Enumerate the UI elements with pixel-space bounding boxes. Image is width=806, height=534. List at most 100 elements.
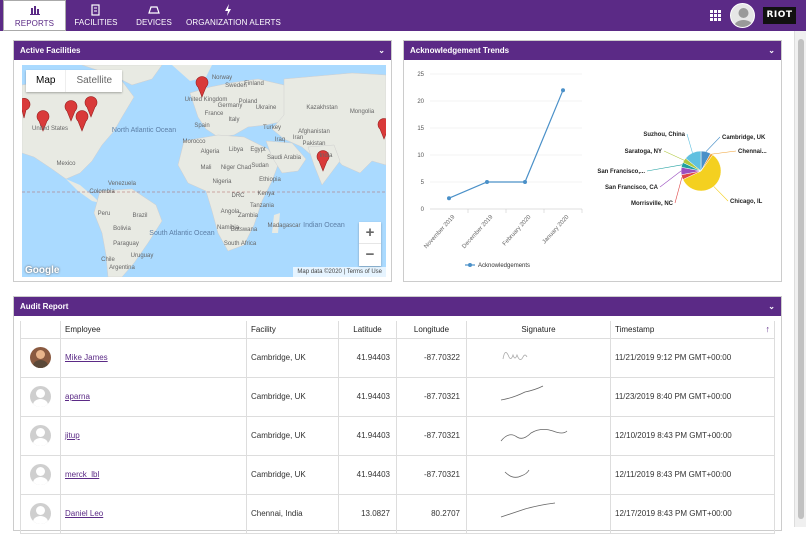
device-icon xyxy=(148,6,160,14)
map-label: Madagascar xyxy=(267,223,300,229)
nav-tab-organization-alerts[interactable]: ORGANIZATION ALERTS xyxy=(186,0,281,31)
y-tick-label: 5 xyxy=(421,180,425,186)
employee-avatar xyxy=(30,347,51,368)
latitude-cell: 41.94403 xyxy=(338,454,397,495)
column-header-employee[interactable]: Employee xyxy=(60,321,247,339)
timestamp-cell: 12/10/2019 8:43 PM GMT+00:00 xyxy=(610,415,775,456)
map-label: Colombia xyxy=(89,189,115,195)
sort-ascending-icon[interactable]: ↑ xyxy=(766,324,771,334)
x-tick-label: December 2019 xyxy=(461,214,494,250)
active-facilities-panel: Active Facilities ⌄ North Atlantic Ocean… xyxy=(13,40,392,282)
map-label: Turkey xyxy=(263,125,281,131)
map-label: Venezuela xyxy=(108,181,137,187)
user-avatar[interactable] xyxy=(730,3,755,28)
data-point[interactable] xyxy=(561,88,565,93)
map-label: Paraguay xyxy=(113,241,139,247)
map-type-control: Map Satellite xyxy=(26,70,123,92)
map-label: Uruguay xyxy=(131,253,154,259)
map-label: Italy xyxy=(228,117,239,123)
x-tick-label: February 2020 xyxy=(502,214,533,248)
facilities-map[interactable]: North Atlantic Ocean South Atlantic Ocea… xyxy=(22,65,386,277)
map-label: Egypt xyxy=(250,147,266,153)
table-row[interactable]: Daniel Leo Chennai, India 13.0827 80.2707 12… xyxy=(20,493,775,534)
pie-slice-label: Cambridge, UK xyxy=(722,135,766,141)
latitude-cell: 41.94403 xyxy=(338,337,397,378)
chevron-down-icon[interactable]: ⌄ xyxy=(768,297,775,316)
column-header-signature[interactable]: Signature xyxy=(466,321,611,339)
employee-link[interactable]: aparna xyxy=(65,392,90,401)
pie-leader-line xyxy=(659,170,682,188)
map-label: Nigeria xyxy=(212,179,232,185)
employee-avatar xyxy=(30,503,51,524)
data-point[interactable] xyxy=(523,180,527,184)
employee-link[interactable]: merck_lbl xyxy=(65,470,99,479)
table-row[interactable]: jitup Cambridge, UK 41.94403 -87.70321 12/10… xyxy=(20,415,775,456)
panel-title: Active Facilities xyxy=(20,46,81,55)
employee-cell: merck_lbl xyxy=(60,454,247,495)
map-label: Ethiopia xyxy=(259,177,281,183)
zoom-out-button[interactable]: − xyxy=(359,244,381,266)
map-label: Iraq xyxy=(275,137,285,143)
apps-grid-icon[interactable] xyxy=(710,10,721,21)
page-scrollbar[interactable] xyxy=(794,31,806,527)
map-label: France xyxy=(205,111,224,117)
scrollbar-thumb[interactable] xyxy=(798,39,804,519)
map-label: Morocco xyxy=(182,139,206,145)
zoom-in-button[interactable]: + xyxy=(359,222,381,244)
data-point[interactable] xyxy=(485,180,489,184)
nav-tab-reports[interactable]: REPORTS xyxy=(3,0,66,31)
map-label: Libya xyxy=(229,147,244,153)
lightning-icon xyxy=(225,4,231,16)
facility-cell: Cambridge, UK xyxy=(246,337,339,378)
employee-link[interactable]: Daniel Leo xyxy=(65,509,103,518)
avatar-cell xyxy=(20,493,61,534)
y-tick-label: 15 xyxy=(417,126,424,132)
column-header-timestamp[interactable]: Timestamp ↑ xyxy=(610,321,775,339)
employee-link[interactable]: jitup xyxy=(65,431,80,440)
timestamp-cell: 12/11/2019 8:43 PM GMT+00:00 xyxy=(610,454,775,495)
map-type-satellite-button[interactable]: Satellite xyxy=(65,70,122,92)
table-row[interactable]: aparna Cambridge, UK 41.94403 -87.70321 11/2… xyxy=(20,376,775,417)
google-logo[interactable]: Google xyxy=(25,265,59,276)
table-row[interactable]: merck_lbl Cambridge, UK 41.94403 -87.70321 1… xyxy=(20,454,775,495)
column-header-facility[interactable]: Facility xyxy=(246,321,339,339)
nav-tab-facilities[interactable]: FACILITIES xyxy=(74,0,118,31)
column-header-latitude[interactable]: Latitude xyxy=(338,321,397,339)
map-type-map-button[interactable]: Map xyxy=(26,70,65,92)
pie-slice-label: Saratoga, NY xyxy=(625,149,662,155)
y-tick-label: 25 xyxy=(417,72,424,78)
audit-table-wrapper: Employee Facility Latitude Longitude Sig… xyxy=(20,321,775,534)
map-attribution[interactable]: Map data ©2020 | Terms of Use xyxy=(293,267,386,277)
signature-image xyxy=(500,502,555,517)
acknowledgement-charts: 0 5 10 15 20 25 November 2019 December 2019 Febr… xyxy=(417,72,767,269)
data-point[interactable] xyxy=(447,196,451,201)
signature-cell xyxy=(466,337,611,378)
document-icon xyxy=(91,4,100,16)
column-header-label: Timestamp xyxy=(615,324,655,334)
chevron-down-icon[interactable]: ⌄ xyxy=(768,41,775,60)
employee-link[interactable]: Mike James xyxy=(65,353,108,362)
table-row[interactable]: Mike James Cambridge, UK 41.94403 -87.70322… xyxy=(20,337,775,378)
y-tick-label: 20 xyxy=(417,99,424,105)
map-label: DRC xyxy=(232,193,246,199)
pie-leader-line xyxy=(713,186,729,202)
map-label: Zambia xyxy=(238,213,259,219)
latitude-cell: 41.94403 xyxy=(338,376,397,417)
pie-leader-line xyxy=(711,150,737,155)
nav-tab-label: ORGANIZATION ALERTS xyxy=(186,18,281,27)
avatar-cell xyxy=(20,376,61,417)
brand-logo[interactable]: RIOT xyxy=(763,7,796,24)
nav-tab-devices[interactable]: DEVICES xyxy=(132,0,176,31)
map-label: Poland xyxy=(239,99,258,105)
map-label: Niger xyxy=(221,165,235,171)
longitude-cell: 80.2707 xyxy=(396,493,467,534)
chevron-down-icon[interactable]: ⌄ xyxy=(378,41,385,60)
pie-slice-label: Chicago, IL xyxy=(730,199,763,205)
map-label: Chile xyxy=(101,257,115,263)
column-header-longitude[interactable]: Longitude xyxy=(396,321,467,339)
longitude-cell: -87.70322 xyxy=(396,337,467,378)
facility-cell: Cambridge, UK xyxy=(246,454,339,495)
map-label: Norway xyxy=(212,75,232,81)
map-label: South Atlantic Ocean xyxy=(149,230,214,237)
x-tick-label: November 2019 xyxy=(423,214,456,250)
